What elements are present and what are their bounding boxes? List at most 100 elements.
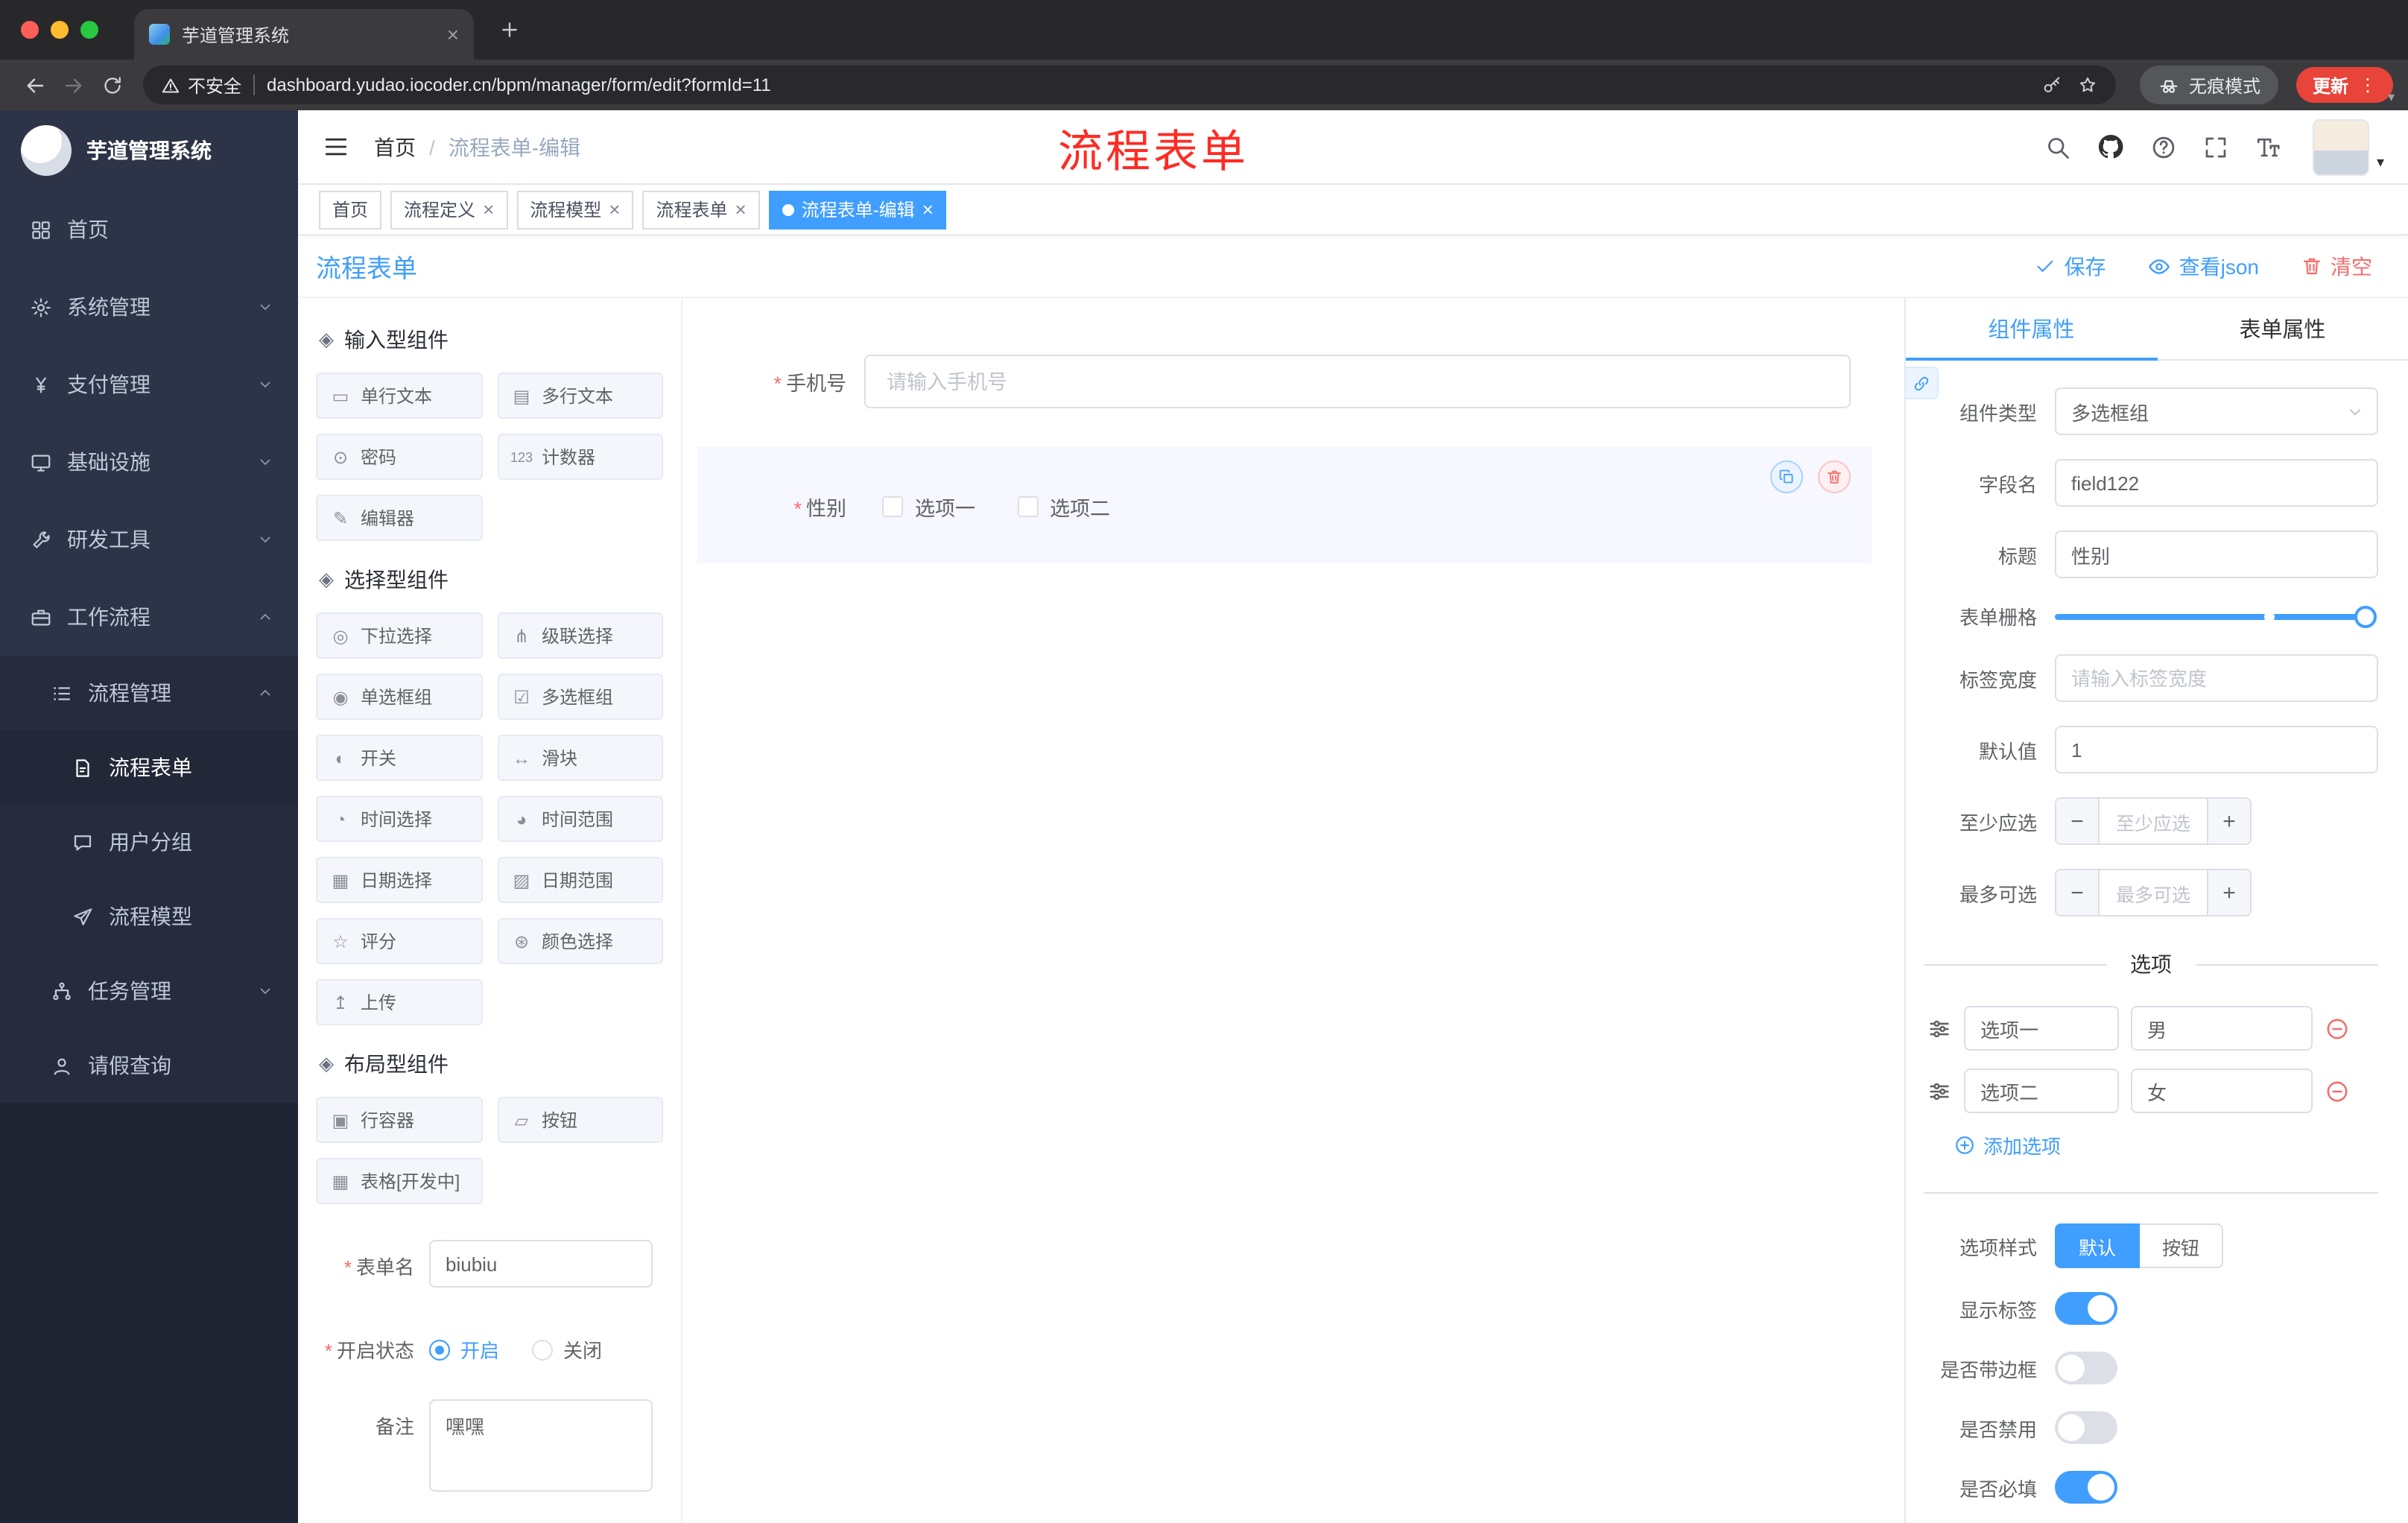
checkbox-option-2[interactable]: 选项二 bbox=[1017, 492, 1110, 522]
form-canvas[interactable]: *手机号 *性别 选项一 选项二 bbox=[682, 298, 1904, 1523]
sidebar-item-leave-query[interactable]: 请假查询 bbox=[0, 1028, 298, 1103]
title-input[interactable] bbox=[2055, 531, 2378, 578]
form-name-input[interactable] bbox=[429, 1240, 653, 1288]
delete-component-button[interactable] bbox=[1818, 460, 1851, 493]
bookmark-star-icon[interactable] bbox=[2077, 75, 2098, 95]
forward-button[interactable] bbox=[54, 66, 92, 104]
user-menu[interactable]: ▾ bbox=[2312, 118, 2384, 175]
tab-component-props[interactable]: 组件属性 bbox=[1906, 298, 2157, 361]
hamburger-icon[interactable] bbox=[322, 133, 350, 161]
tag-process-form-edit[interactable]: 流程表单-编辑 × bbox=[768, 190, 947, 229]
checkbox-option-1[interactable]: 选项一 bbox=[882, 492, 975, 522]
sidebar-item-process-mgmt[interactable]: 流程管理 bbox=[0, 656, 298, 730]
help-icon[interactable] bbox=[2150, 133, 2177, 160]
font-size-icon[interactable] bbox=[2255, 133, 2281, 160]
field-name-input[interactable] bbox=[2055, 459, 2378, 507]
drag-handle-icon[interactable] bbox=[1927, 1078, 1952, 1104]
tab-form-props[interactable]: 表单属性 bbox=[2157, 298, 2408, 359]
tag-home[interactable]: 首页 bbox=[319, 190, 382, 229]
github-icon[interactable] bbox=[2097, 133, 2125, 161]
add-option-button[interactable]: 添加选项 bbox=[1954, 1131, 2378, 1159]
clear-button[interactable]: 清空 bbox=[2301, 251, 2372, 281]
chip-table[interactable]: ▦ 表格[开发中] bbox=[316, 1158, 482, 1204]
remark-textarea[interactable]: 嘿嘿 bbox=[429, 1399, 653, 1492]
slider-handle[interactable] bbox=[2354, 605, 2377, 627]
sidebar-item-infra[interactable]: 基础设施 bbox=[0, 423, 298, 501]
sidebar-item-home[interactable]: 首页 bbox=[0, 191, 298, 268]
label-width-input[interactable] bbox=[2055, 654, 2378, 702]
disabled-switch[interactable] bbox=[2055, 1411, 2117, 1444]
option-value-input[interactable] bbox=[2131, 1068, 2313, 1113]
sidebar-item-devtools[interactable]: 研发工具 bbox=[0, 501, 298, 578]
chip-cascader[interactable]: ⋔ 级联选择 bbox=[497, 612, 663, 659]
chip-radio-group[interactable]: ◉ 单选框组 bbox=[316, 674, 482, 720]
tab-close-icon[interactable]: × bbox=[447, 24, 459, 45]
grid-slider[interactable] bbox=[2055, 605, 2377, 627]
link-badge-button[interactable] bbox=[1906, 367, 1939, 399]
traffic-zoom-button[interactable] bbox=[80, 21, 98, 39]
address-bar[interactable]: 不安全 dashboard.yudao.iocoder.cn/bpm/manag… bbox=[143, 66, 2116, 104]
breadcrumb-home[interactable]: 首页 bbox=[374, 132, 416, 162]
remove-option-button[interactable] bbox=[2325, 1078, 2350, 1104]
drag-handle-icon[interactable] bbox=[1927, 1016, 1952, 1041]
remove-option-button[interactable] bbox=[2325, 1016, 2350, 1041]
decrease-button[interactable]: − bbox=[2056, 799, 2100, 843]
option-style-button-button[interactable]: 按钮 bbox=[2140, 1223, 2224, 1268]
status-radio-off[interactable]: 关闭 bbox=[532, 1335, 602, 1364]
option-style-default-button[interactable]: 默认 bbox=[2055, 1223, 2141, 1268]
tag-close-icon[interactable]: × bbox=[922, 200, 934, 219]
chip-date-range[interactable]: ▨ 日期范围 bbox=[497, 857, 663, 903]
option-value-input[interactable] bbox=[2131, 1006, 2313, 1051]
traffic-minimize-button[interactable] bbox=[51, 21, 69, 39]
tag-process-definition[interactable]: 流程定义 × bbox=[390, 190, 508, 229]
sidebar-item-user-group[interactable]: 用户分组 bbox=[0, 805, 298, 879]
default-value-input[interactable] bbox=[2055, 726, 2378, 773]
option-name-input[interactable] bbox=[1964, 1006, 2119, 1051]
update-button[interactable]: 更新 ⋮ bbox=[2295, 67, 2393, 103]
max-select-value[interactable]: 最多可选 bbox=[2100, 870, 2207, 915]
chip-date-picker[interactable]: ▦ 日期选择 bbox=[316, 857, 482, 903]
chip-select[interactable]: ◎ 下拉选择 bbox=[316, 612, 482, 659]
fullscreen-icon[interactable] bbox=[2202, 133, 2229, 160]
tag-close-icon[interactable]: × bbox=[735, 200, 747, 219]
chip-time-picker[interactable]: ◔ 时间选择 bbox=[316, 796, 482, 842]
sidebar-item-process-form[interactable]: 流程表单 bbox=[0, 730, 298, 805]
chip-switch[interactable]: ◐ 开关 bbox=[316, 735, 482, 781]
phone-field-row[interactable]: * 手机号 bbox=[682, 355, 1904, 408]
checkbox-box[interactable] bbox=[882, 496, 903, 517]
search-icon[interactable] bbox=[2044, 133, 2071, 160]
chip-single-line-text[interactable]: ▭ 单行文本 bbox=[316, 373, 482, 419]
increase-button[interactable]: + bbox=[2207, 870, 2250, 915]
sidebar-logo[interactable]: 芋道管理系统 bbox=[0, 110, 298, 191]
required-switch[interactable] bbox=[2055, 1471, 2117, 1504]
tag-process-form[interactable]: 流程表单 × bbox=[642, 190, 760, 229]
chip-editor[interactable]: ✎ 编辑器 bbox=[316, 495, 482, 541]
tag-close-icon[interactable]: × bbox=[483, 200, 494, 219]
chip-button[interactable]: ▱ 按钮 bbox=[497, 1097, 663, 1143]
tag-close-icon[interactable]: × bbox=[609, 200, 620, 219]
chip-row-container[interactable]: ▣ 行容器 bbox=[316, 1097, 482, 1143]
chip-counter[interactable]: 123 计数器 bbox=[497, 434, 663, 480]
chip-password[interactable]: ⊙ 密码 bbox=[316, 434, 482, 480]
view-json-button[interactable]: 查看json bbox=[2148, 251, 2259, 281]
back-button[interactable] bbox=[15, 66, 54, 104]
security-chip[interactable]: 不安全 bbox=[161, 72, 241, 98]
toolbar-caret-icon[interactable]: ▾ bbox=[2388, 90, 2395, 104]
browser-tab[interactable]: 芋道管理系统 × bbox=[134, 9, 474, 60]
status-radio-on[interactable]: 开启 bbox=[429, 1335, 499, 1364]
selected-component-gender[interactable]: * 性别 选项一 选项二 bbox=[697, 447, 1872, 563]
increase-button[interactable]: + bbox=[2207, 799, 2250, 843]
sidebar-item-workflow[interactable]: 工作流程 bbox=[0, 578, 298, 656]
chip-time-range[interactable]: ◕ 时间范围 bbox=[497, 796, 663, 842]
browser-menu-icon[interactable]: ⋮ bbox=[2359, 75, 2377, 95]
chip-slider[interactable]: ↔ 滑块 bbox=[497, 735, 663, 781]
sidebar-item-system[interactable]: 系统管理 bbox=[0, 268, 298, 346]
sidebar-item-payment[interactable]: 支付管理 bbox=[0, 346, 298, 423]
phone-input[interactable] bbox=[864, 355, 1851, 408]
chip-checkbox-group[interactable]: ☑ 多选框组 bbox=[497, 674, 663, 720]
chip-upload[interactable]: ↥ 上传 bbox=[316, 979, 482, 1025]
decrease-button[interactable]: − bbox=[2056, 870, 2100, 915]
chip-multi-line-text[interactable]: ▤ 多行文本 bbox=[497, 373, 663, 419]
sidebar-item-task-mgmt[interactable]: 任务管理 bbox=[0, 954, 298, 1028]
key-icon[interactable] bbox=[2041, 75, 2062, 95]
